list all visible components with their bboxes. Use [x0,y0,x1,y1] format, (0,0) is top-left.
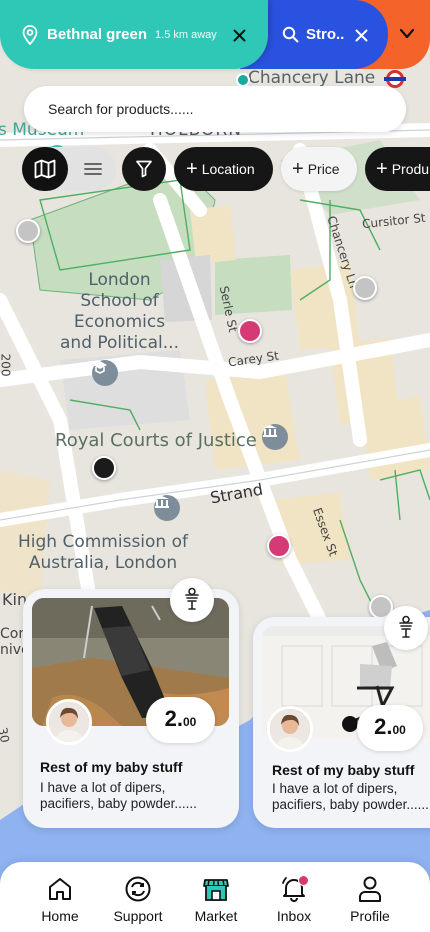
price-tag: 2. 00 [146,697,215,743]
support-icon [124,874,152,904]
map-label-lse-line: London [88,270,151,290]
products-filter-button[interactable]: + Produ [365,147,430,191]
product-description-line: I have a lot of dipers, [272,781,398,796]
location-chip-secondary-label: Stro.. [306,26,345,43]
product-description: I have a lot of dipers, pacifiers, baby … [272,781,429,813]
product-card[interactable]: 2. 00 Rest of my baby stuff I have a lot… [23,578,239,828]
notification-dot [298,875,309,886]
location-chips: Stro.. Bethnal green 1.5 km away [0,0,430,70]
category-icon[interactable] [384,606,428,650]
underground-icon[interactable] [384,70,406,88]
price-integer: 2. [164,706,183,731]
nav-inbox[interactable]: Inbox [254,874,334,924]
location-chip-primary[interactable]: Bethnal green 1.5 km away [0,0,268,69]
price-integer: 2. [374,714,393,739]
product-description-line: pacifiers, baby powder...... [272,797,429,812]
map-label-high-commission-line: High Commission of [18,532,188,552]
nav-home-label: Home [41,908,79,924]
map-pin[interactable] [238,319,262,343]
close-icon[interactable] [228,24,250,46]
map-pin[interactable] [92,456,116,480]
nav-profile-label: Profile [350,908,390,924]
map-view-button[interactable] [22,147,68,191]
price-decimal: 00 [392,723,406,737]
map-label-lse-line: School of [80,291,159,311]
map-pin[interactable] [16,219,40,243]
location-distance: 1.5 km away [155,28,217,41]
product-description-line: pacifiers, baby powder...... [40,796,197,811]
nav-profile[interactable]: Profile [330,874,410,924]
home-icon [47,874,73,904]
plus-icon: + [376,158,388,180]
filter-bar: + Location + Price + Produ [0,147,430,191]
product-title: Rest of my baby stuff [272,762,415,778]
location-chip-primary-label: Bethnal green [47,26,148,43]
university-icon[interactable] [92,360,118,386]
plus-icon: + [186,158,198,180]
map-label-high-commission-line: Australia, London [28,553,178,573]
plus-icon: + [292,158,304,180]
location-filter-button[interactable]: + Location [174,147,273,191]
price-decimal: 00 [183,715,197,729]
location-pin-icon [22,24,38,45]
view-toggle[interactable] [22,147,116,191]
price-tag: 2. 00 [357,705,423,751]
map-label-left-200: 200 [0,353,13,377]
station-dot [236,73,250,87]
product-description: I have a lot of dipers, pacifiers, baby … [40,780,197,812]
market-icon [202,874,230,904]
search-icon [282,26,299,43]
product-card[interactable]: 2. 00 Rest of my baby stuff I have a lot… [253,606,430,828]
map-label-royal-courts: Royal Courts of Justice [55,430,257,451]
map-label-lse: London School of Economics and Political… [60,270,179,354]
close-icon[interactable] [350,24,372,46]
map-pin[interactable] [353,276,377,300]
chevron-down-icon[interactable] [400,29,414,39]
price-filter-label: Price [307,161,340,177]
category-icon[interactable] [170,578,214,622]
list-icon [84,163,102,175]
filter-button[interactable] [122,147,166,191]
map-label-lse-line: Economics [73,312,166,332]
embassy-icon[interactable] [154,495,180,521]
products-filter-label: Produ [391,161,430,177]
nav-market[interactable]: Market [176,874,256,924]
bottom-nav: Home Support Market Inbox Profile [0,862,430,932]
map-label-chancery-lane: Chancery Lane [248,68,376,88]
nav-support-label: Support [113,908,163,924]
profile-icon [357,874,383,904]
map-label-lse-line: and Political... [60,333,179,353]
search-input[interactable]: Search for products...... [24,86,406,132]
nav-market-label: Market [194,908,238,924]
avatar[interactable] [46,699,92,745]
courthouse-icon[interactable] [262,424,288,450]
nav-support[interactable]: Support [98,874,178,924]
map-pin[interactable] [267,534,291,558]
search-placeholder: Search for products...... [48,101,194,117]
product-description-line: I have a lot of dipers, [40,780,166,795]
price-filter-button[interactable]: + Price [281,147,357,191]
nav-home[interactable]: Home [20,874,100,924]
map-icon [34,159,56,179]
bell-icon [280,874,309,904]
filter-icon [136,160,152,178]
product-title: Rest of my baby stuff [40,759,183,775]
nav-inbox-label: Inbox [276,908,312,924]
map-label-high-commission: High Commission of Australia, London [18,532,188,574]
avatar[interactable] [267,706,313,752]
list-view-button[interactable] [70,147,116,191]
location-filter-label: Location [201,161,255,177]
